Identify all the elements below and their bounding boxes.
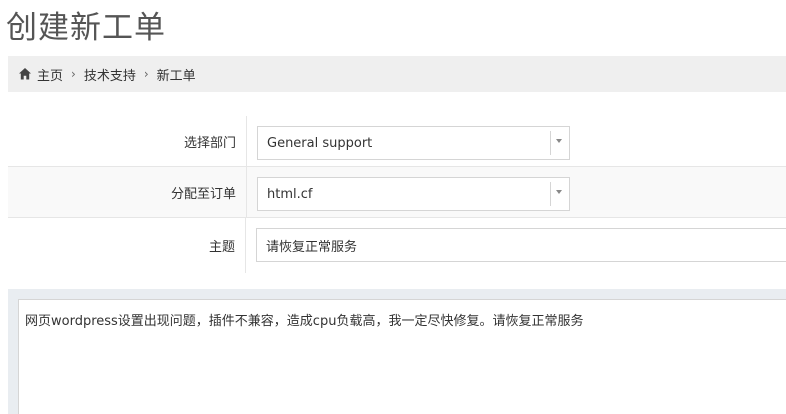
chevron-down-icon[interactable] bbox=[555, 137, 563, 145]
breadcrumb-home-link[interactable]: 主页 bbox=[37, 65, 63, 84]
message-editor: 网页wordpress设置出现问题，插件不兼容，造成cpu负载高，我一定尽快修复… bbox=[8, 289, 786, 414]
breadcrumb-separator: › bbox=[71, 67, 76, 81]
subject-label: 主题 bbox=[8, 218, 246, 273]
breadcrumb-support-link[interactable]: 技术支持 bbox=[84, 65, 136, 84]
breadcrumb: 主页 › 技术支持 › 新工单 bbox=[8, 56, 786, 92]
department-row: 选择部门 General support bbox=[8, 116, 786, 167]
breadcrumb-current: 新工单 bbox=[156, 68, 196, 84]
department-select[interactable]: General support bbox=[257, 126, 570, 160]
order-select[interactable]: html.cf bbox=[257, 177, 570, 211]
ticket-form: 选择部门 General support 分配至订单 html.cf 主题 bbox=[8, 116, 786, 273]
order-row: 分配至订单 html.cf bbox=[8, 167, 786, 218]
department-selected-value: General support bbox=[267, 135, 373, 151]
message-textarea[interactable]: 网页wordpress设置出现问题，插件不兼容，造成cpu负载高，我一定尽快修复… bbox=[18, 299, 786, 414]
subject-input[interactable] bbox=[256, 228, 786, 262]
order-selected-value: html.cf bbox=[267, 186, 313, 202]
subject-row: 主题 bbox=[8, 218, 786, 273]
select-divider bbox=[550, 131, 551, 155]
breadcrumb-separator: › bbox=[143, 67, 149, 81]
department-label: 选择部门 bbox=[8, 116, 247, 166]
order-label: 分配至订单 bbox=[8, 167, 247, 217]
page-title: 创建新工单 bbox=[6, 10, 166, 46]
home-icon[interactable] bbox=[18, 67, 32, 81]
select-divider bbox=[550, 182, 551, 206]
chevron-down-icon[interactable] bbox=[555, 188, 563, 196]
